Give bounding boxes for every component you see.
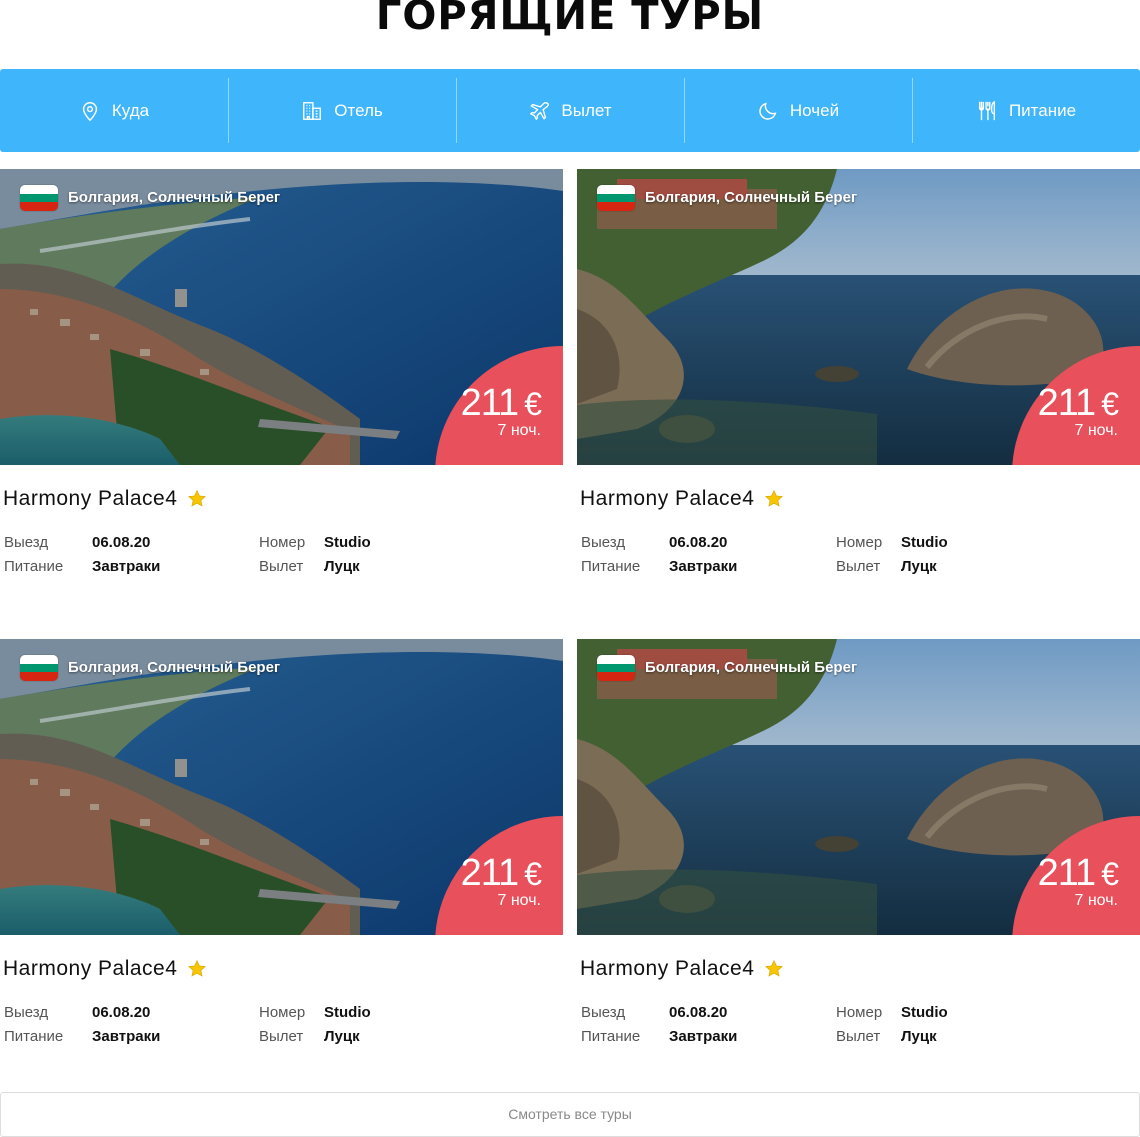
filter-destination[interactable]: Куда bbox=[0, 69, 228, 152]
meal-value: Завтраки bbox=[669, 1028, 738, 1045]
meal-value: Завтраки bbox=[92, 1028, 161, 1045]
departure-value: 06.08.20 bbox=[669, 1004, 728, 1021]
tour-photo[interactable]: Болгария, Солнечный Берег 211 € 7 ноч. bbox=[577, 639, 1140, 935]
filter-label: Отель bbox=[334, 100, 383, 120]
tour-nights: 7 ноч. bbox=[1074, 892, 1118, 909]
hotel-building-icon bbox=[303, 101, 322, 120]
departure-label: Выезд bbox=[581, 534, 626, 551]
room-label: Номер bbox=[836, 534, 883, 551]
tour-card[interactable]: Болгария, Солнечный Берег 211 € 7 ноч. Ha… bbox=[0, 639, 563, 1079]
star-icon bbox=[765, 489, 784, 507]
filter-hotel[interactable]: Отель bbox=[228, 69, 456, 152]
page-title: ГОРЯЩИЕ ТУРЫ bbox=[375, 0, 765, 39]
star-icon bbox=[188, 489, 207, 507]
departure-label: Выезд bbox=[4, 534, 49, 551]
hotel-name[interactable]: Harmony Palace4 bbox=[580, 957, 754, 981]
tour-photo[interactable]: Болгария, Солнечный Берег 211 € 7 ноч. bbox=[0, 169, 563, 465]
hotel-name[interactable]: Harmony Palace4 bbox=[580, 487, 754, 511]
price-currency: € bbox=[524, 386, 542, 422]
moon-icon bbox=[759, 102, 777, 120]
hotel-name-row: Harmony Palace4 bbox=[3, 487, 207, 511]
meal-label: Питание bbox=[581, 558, 641, 575]
filter-bar: Куда Отель Вылет Ночей Питание bbox=[0, 69, 1140, 152]
room-value: Studio bbox=[901, 1004, 948, 1021]
tour-nights: 7 ноч. bbox=[497, 422, 541, 439]
filter-label: Вылет bbox=[561, 100, 612, 120]
bulgaria-flag-icon bbox=[20, 655, 58, 681]
bulgaria-flag-icon bbox=[597, 185, 635, 211]
tour-card[interactable]: Болгария, Солнечный Берег 211 € 7 ноч. Ha… bbox=[0, 169, 563, 609]
filter-label: Куда bbox=[111, 100, 150, 120]
departure-value: 06.08.20 bbox=[92, 1004, 151, 1021]
price-value: 211 bbox=[460, 852, 520, 894]
tour-location: Болгария, Солнечный Берег bbox=[68, 659, 281, 676]
filter-nights[interactable]: Ночей bbox=[684, 69, 912, 152]
tour-price: 211 € bbox=[460, 381, 542, 426]
departure-label: Выезд bbox=[581, 1004, 626, 1021]
tour-nights: 7 ноч. bbox=[497, 892, 541, 909]
star-icon bbox=[188, 959, 207, 977]
tour-price: 211 € bbox=[1037, 851, 1119, 896]
room-value: Studio bbox=[324, 1004, 371, 1021]
airplane-icon bbox=[530, 101, 550, 120]
bulgaria-flag-icon bbox=[597, 655, 635, 681]
tour-price: 211 € bbox=[1037, 381, 1119, 426]
departure-value: 06.08.20 bbox=[669, 534, 728, 551]
meal-value: Завтраки bbox=[669, 558, 738, 575]
hotel-name[interactable]: Harmony Palace4 bbox=[3, 487, 177, 511]
tour-card[interactable]: Болгария, Солнечный Берег 211 € 7 ноч. Ha… bbox=[577, 169, 1140, 609]
price-currency: € bbox=[524, 856, 542, 892]
bulgaria-flag-icon bbox=[20, 185, 58, 211]
departure-value: 06.08.20 bbox=[92, 534, 151, 551]
filter-meal[interactable]: Питание bbox=[912, 69, 1140, 152]
flight-label: Вылет bbox=[836, 558, 881, 575]
hotel-name-row: Harmony Palace4 bbox=[580, 957, 784, 981]
tour-location: Болгария, Солнечный Берег bbox=[645, 659, 858, 676]
hotel-name-row: Harmony Palace4 bbox=[580, 487, 784, 511]
star-icon bbox=[765, 959, 784, 977]
flight-label: Вылет bbox=[259, 558, 304, 575]
fork-knife-icon bbox=[978, 100, 995, 120]
departure-label: Выезд bbox=[4, 1004, 49, 1021]
room-value: Studio bbox=[901, 534, 948, 551]
meal-label: Питание bbox=[581, 1028, 641, 1045]
price-value: 211 bbox=[1037, 382, 1097, 424]
meal-value: Завтраки bbox=[92, 558, 161, 575]
price-currency: € bbox=[1101, 856, 1119, 892]
tour-photo[interactable]: Болгария, Солнечный Берег 211 € 7 ноч. bbox=[577, 169, 1140, 465]
hotel-name-row: Harmony Palace4 bbox=[3, 957, 207, 981]
flight-label: Вылет bbox=[259, 1028, 304, 1045]
hotel-name[interactable]: Harmony Palace4 bbox=[3, 957, 177, 981]
flight-value: Луцк bbox=[901, 558, 937, 575]
flight-value: Луцк bbox=[324, 558, 360, 575]
tour-location: Болгария, Солнечный Берег bbox=[645, 189, 858, 206]
filter-departure[interactable]: Вылет bbox=[456, 69, 684, 152]
tour-photo[interactable]: Болгария, Солнечный Берег 211 € 7 ноч. bbox=[0, 639, 563, 935]
flight-label: Вылет bbox=[836, 1028, 881, 1045]
filter-label: Ночей bbox=[789, 100, 840, 120]
view-all-tours-button[interactable]: Смотреть все туры bbox=[0, 1092, 1140, 1137]
price-value: 211 bbox=[460, 382, 520, 424]
price-currency: € bbox=[1101, 386, 1119, 422]
tour-price: 211 € bbox=[460, 851, 542, 896]
meal-label: Питание bbox=[4, 1028, 64, 1045]
location-pin-icon bbox=[82, 101, 98, 121]
tour-nights: 7 ноч. bbox=[1074, 422, 1118, 439]
flight-value: Луцк bbox=[324, 1028, 360, 1045]
meal-label: Питание bbox=[4, 558, 64, 575]
room-label: Номер bbox=[836, 1004, 883, 1021]
tour-card[interactable]: Болгария, Солнечный Берег 211 € 7 ноч. Ha… bbox=[577, 639, 1140, 1079]
flight-value: Луцк bbox=[901, 1028, 937, 1045]
room-label: Номер bbox=[259, 534, 306, 551]
price-value: 211 bbox=[1037, 852, 1097, 894]
room-label: Номер bbox=[259, 1004, 306, 1021]
tour-location: Болгария, Солнечный Берег bbox=[68, 189, 281, 206]
filter-label: Питание bbox=[1008, 100, 1077, 120]
room-value: Studio bbox=[324, 534, 371, 551]
